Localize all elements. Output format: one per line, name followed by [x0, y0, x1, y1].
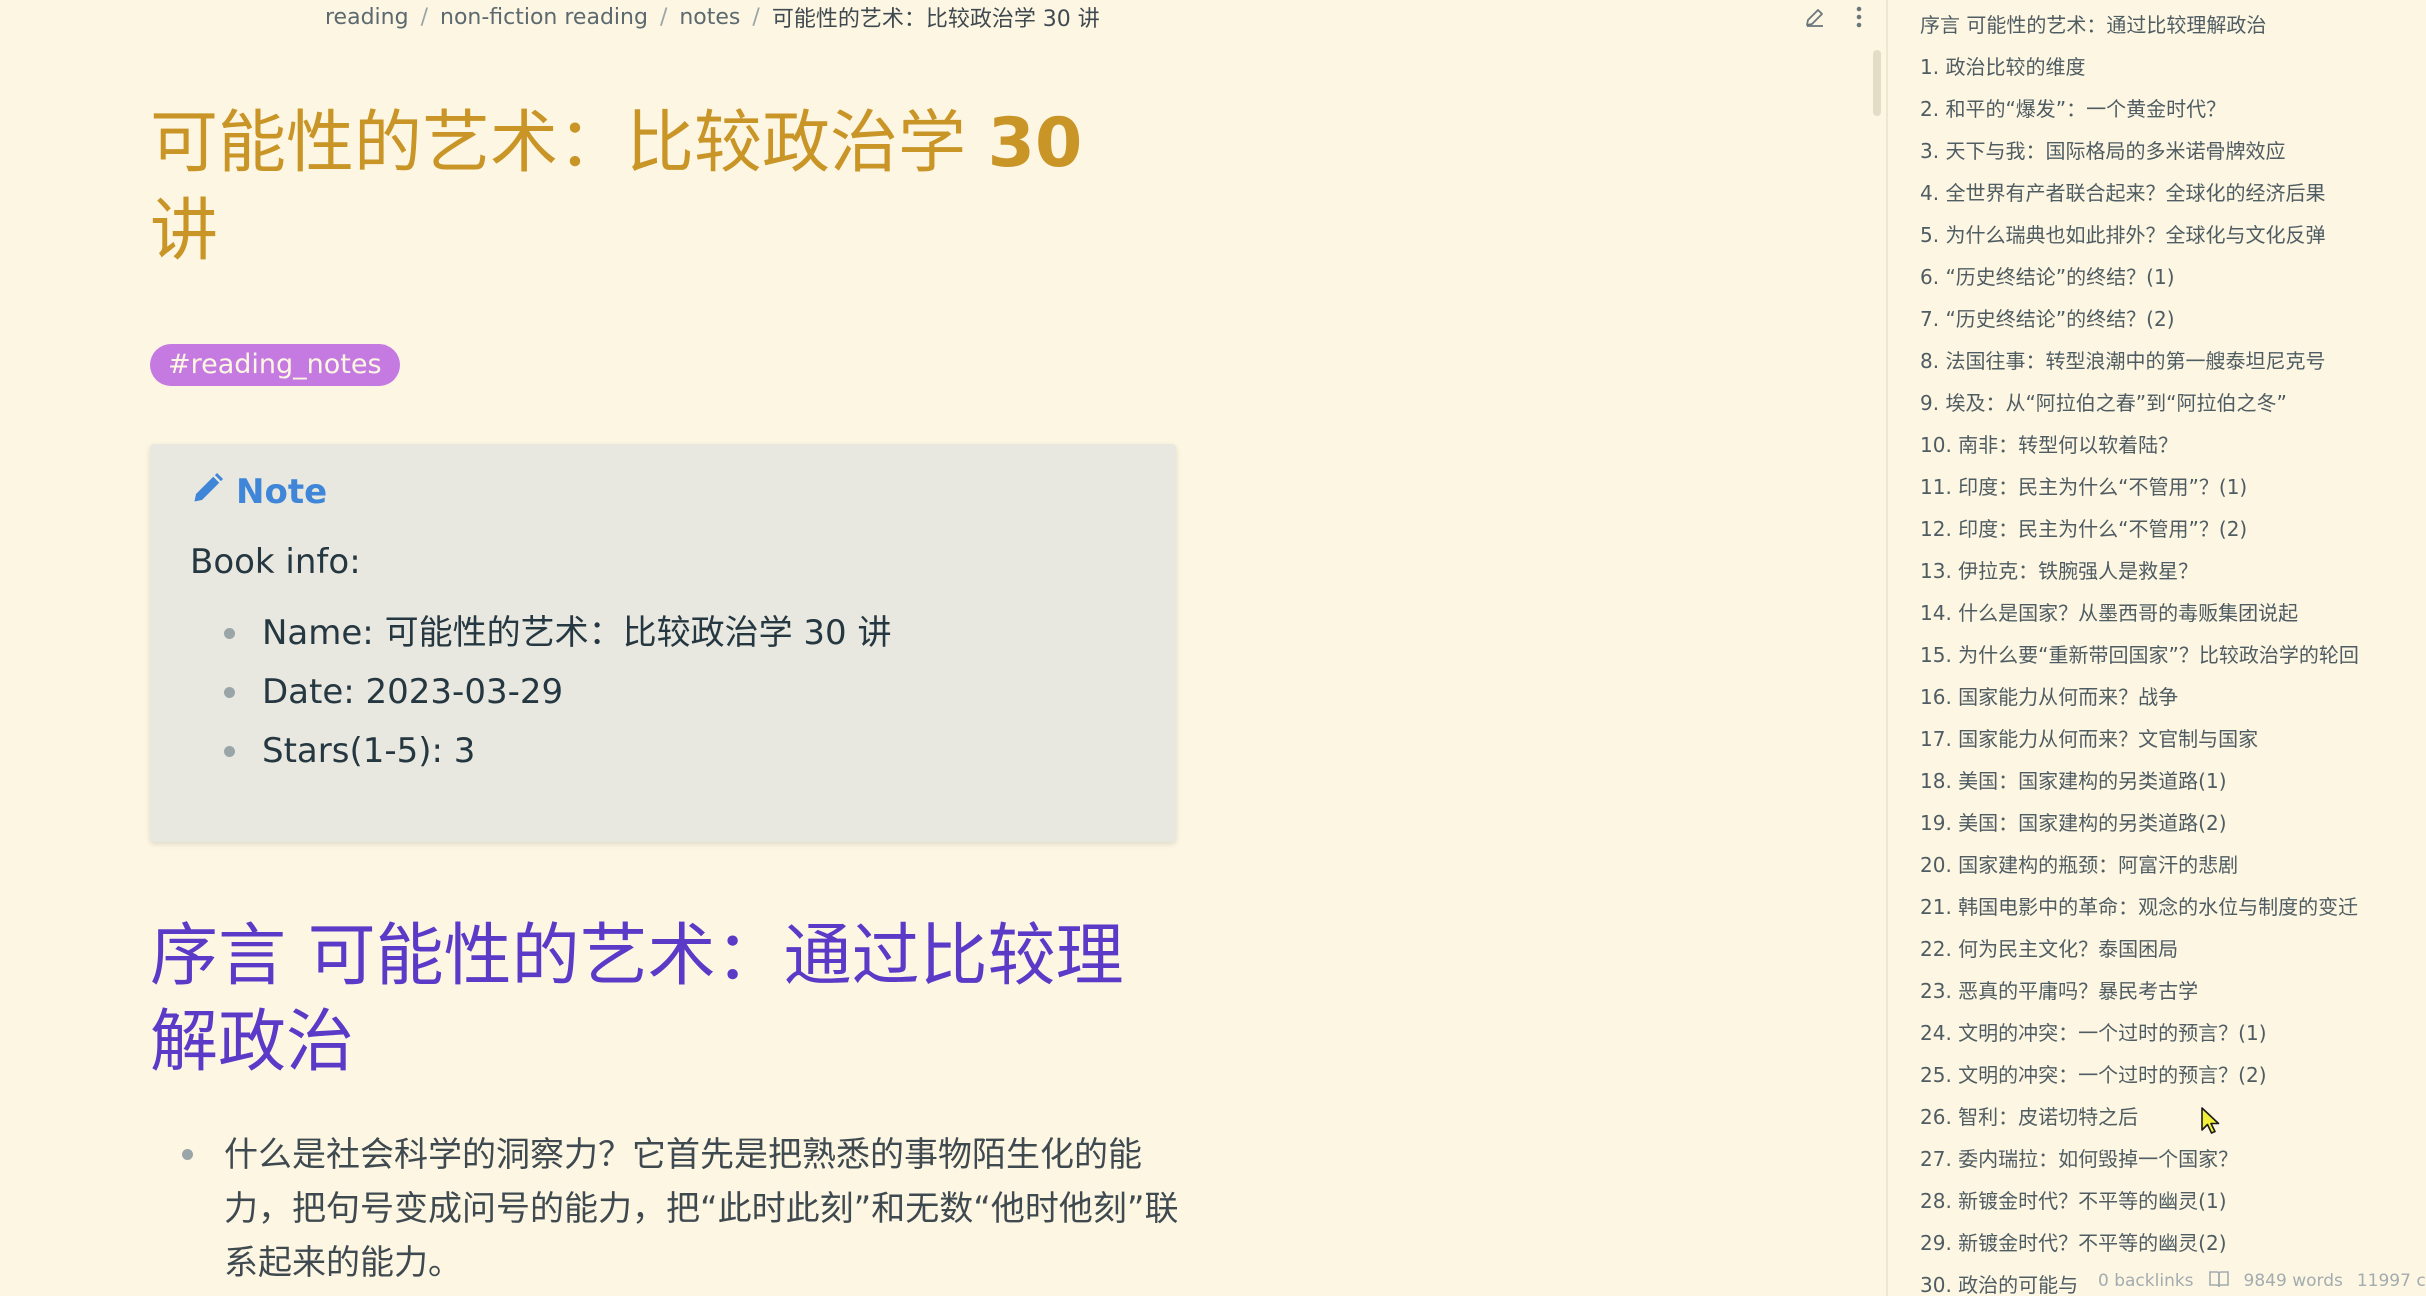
list-item: 什么是社会科学的洞察力？它首先是把熟悉的事物陌生化的能力，把句号变成问号的能力，…	[182, 1128, 1180, 1290]
app-window: reading / non-fiction reading / notes / …	[0, 0, 2426, 1296]
outline-item[interactable]: 12. 印度：民主为什么“不管用”？(2)	[1920, 510, 2426, 552]
outline-item[interactable]: 9. 埃及：从“阿拉伯之春”到“阿拉伯之冬”	[1920, 384, 2426, 426]
breadcrumb-item-reading[interactable]: reading	[325, 5, 409, 30]
breadcrumb-item-current: 可能性的艺术：比较政治学 30 讲	[771, 7, 1100, 32]
book-info-name: Name: 可能性的艺术：比较政治学 30 讲	[224, 604, 1136, 663]
outline-item[interactable]: 4. 全世界有产者联合起来？全球化的经济后果	[1920, 174, 2426, 216]
outline-item[interactable]: 5. 为什么瑞典也如此排外？全球化与文化反弹	[1920, 216, 2426, 258]
content-bullets: 什么是社会科学的洞察力？它首先是把熟悉的事物陌生化的能力，把句号变成问号的能力，…	[150, 1128, 1180, 1290]
book-info-list: Name: 可能性的艺术：比较政治学 30 讲 Date: 2023-03-29…	[190, 604, 1136, 781]
outline-sidebar: 序言 可能性的艺术：通过比较理解政治 1. 政治比较的维度 2. 和平的“爆发”…	[1886, 0, 2426, 1296]
note-content: 可能性的艺术：比较政治学 30 讲 #reading_notes Note Boo…	[150, 100, 1180, 1290]
breadcrumb-separator: /	[752, 4, 760, 30]
callout-body: Book info: Name: 可能性的艺术：比较政治学 30 讲 Date:…	[190, 538, 1136, 781]
outline-item[interactable]: 13. 伊拉克：铁腕强人是救星？	[1920, 552, 2426, 594]
outline-item[interactable]: 7. “历史终结论”的终结？(2)	[1920, 300, 2426, 342]
outline-list: 序言 可能性的艺术：通过比较理解政治 1. 政治比较的维度 2. 和平的“爆发”…	[1920, 6, 2426, 1296]
outline-item[interactable]: 1. 政治比较的维度	[1920, 48, 2426, 90]
outline-item[interactable]: 6. “历史终结论”的终结？(1)	[1920, 258, 2426, 300]
page-title: 可能性的艺术：比较政治学 30 讲	[150, 100, 1180, 276]
book-info-date: Date: 2023-03-29	[224, 663, 1136, 722]
outline-item[interactable]: 26. 智利：皮诺切特之后	[1920, 1098, 2426, 1140]
outline-item[interactable]: 29. 新镀金时代？不平等的幽灵(2)	[1920, 1224, 2426, 1266]
breadcrumb-item-notes[interactable]: notes	[679, 5, 740, 30]
breadcrumb-separator: /	[420, 4, 428, 30]
book-info-stars: Stars(1-5): 3	[224, 722, 1136, 781]
outline-item[interactable]: 14. 什么是国家？从墨西哥的毒贩集团说起	[1920, 594, 2426, 636]
outline-item[interactable]: 10. 南非：转型何以软着陆？	[1920, 426, 2426, 468]
page-title-number: 30	[987, 104, 1083, 183]
outline-item[interactable]: 20. 国家建构的瓶颈：阿富汗的悲剧	[1920, 846, 2426, 888]
page-title-text: 可能性的艺术：比较政治学	[150, 104, 988, 183]
outline-item[interactable]: 24. 文明的冲突：一个过时的预言？(1)	[1920, 1014, 2426, 1056]
outline-item[interactable]: 17. 国家能力从何而来？文官制与国家	[1920, 720, 2426, 762]
tag-reading-notes[interactable]: #reading_notes	[150, 344, 400, 386]
outline-item[interactable]: 11. 印度：民主为什么“不管用”？(1)	[1920, 468, 2426, 510]
status-bar: 0 backlinks 9849 words 11997 characters	[2088, 1266, 2426, 1296]
pencil-icon	[190, 470, 226, 515]
outline-item[interactable]: 22. 何为民主文化？泰国困局	[1920, 930, 2426, 972]
outline-item[interactable]: 2. 和平的“爆发”：一个黄金时代？	[1920, 90, 2426, 132]
callout-intro: Book info:	[190, 542, 361, 582]
callout-header: Note	[190, 468, 1136, 516]
outline-item[interactable]: 21. 韩国电影中的革命：观念的水位与制度的变迁	[1920, 888, 2426, 930]
outline-item[interactable]: 25. 文明的冲突：一个过时的预言？(2)	[1920, 1056, 2426, 1098]
section-heading: 序言 可能性的艺术：通过比较理解政治	[150, 917, 1124, 1082]
breadcrumb-item-non-fiction-reading[interactable]: non-fiction reading	[440, 5, 648, 30]
outline-item[interactable]: 8. 法国往事：转型浪潮中的第一艘泰坦尼克号	[1920, 342, 2426, 384]
more-vertical-icon[interactable]	[1846, 3, 1872, 31]
outline-item[interactable]: 15. 为什么要“重新带回国家”？比较政治学的轮回	[1920, 636, 2426, 678]
editor-pane: reading / non-fiction reading / notes / …	[0, 0, 1886, 1296]
callout-title: Note	[236, 472, 328, 512]
word-count: 9849 words	[2243, 1271, 2343, 1291]
outline-item[interactable]: 27. 委内瑞拉：如何毁掉一个国家？	[1920, 1140, 2426, 1182]
view-actions	[1766, 0, 1886, 34]
outline-item[interactable]: 3. 天下与我：国际格局的多米诺骨牌效应	[1920, 132, 2426, 174]
pencil-icon[interactable]	[1802, 3, 1828, 31]
outline-item[interactable]: 23. 恶真的平庸吗？暴民考古学	[1920, 972, 2426, 1014]
breadcrumb: reading / non-fiction reading / notes / …	[325, 0, 1100, 34]
note-callout: Note Book info: Name: 可能性的艺术：比较政治学 30 讲 …	[150, 444, 1176, 842]
outline-item[interactable]: 序言 可能性的艺术：通过比较理解政治	[1920, 6, 2426, 48]
breadcrumb-separator: /	[659, 4, 668, 30]
outline-item[interactable]: 28. 新镀金时代？不平等的幽灵(1)	[1920, 1182, 2426, 1224]
mouse-cursor-icon	[2200, 1106, 2222, 1140]
character-count: 11997 characters	[2356, 1271, 2426, 1291]
book-icon[interactable]	[2208, 1270, 2230, 1293]
outline-item[interactable]: 18. 美国：国家建构的另类道路(1)	[1920, 762, 2426, 804]
backlinks-count[interactable]: 0 backlinks	[2098, 1271, 2194, 1291]
outline-item[interactable]: 19. 美国：国家建构的另类道路(2)	[1920, 804, 2426, 846]
page-title-tail: 讲	[150, 192, 219, 271]
scrollbar-thumb[interactable]	[1873, 50, 1881, 116]
outline-item[interactable]: 16. 国家能力从何而来？战争	[1920, 678, 2426, 720]
